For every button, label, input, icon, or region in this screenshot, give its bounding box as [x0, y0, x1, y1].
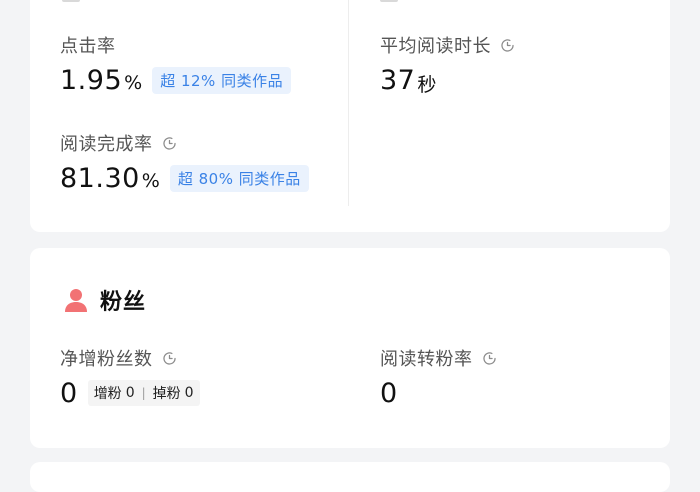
fans-section-title: 粉丝	[100, 290, 147, 315]
person-icon	[65, 289, 87, 312]
engagement-card: 点击率 1.95 % 超 12% 同类作品 平均阅读时长 37 秒 阅读完成率	[30, 0, 670, 232]
column-divider	[348, 0, 349, 206]
clock-icon[interactable]	[481, 350, 498, 367]
read-to-fan-rate-label: 阅读转粉率	[380, 349, 473, 370]
read-completion-label: 阅读完成率	[60, 134, 153, 155]
net-fan-gain-value: 0	[60, 377, 78, 409]
click-rate-value: 1.95	[60, 64, 123, 96]
clock-icon[interactable]	[161, 350, 178, 367]
click-rate-metric: 点击率 1.95 % 超 12% 同类作品	[60, 32, 292, 98]
avg-read-time-metric: 平均阅读时长 37 秒	[380, 32, 516, 98]
gain-label: 增粉	[93, 386, 122, 402]
click-rate-comparison-badge: 超 12% 同类作品	[152, 66, 292, 94]
fans-section-header: 粉丝	[62, 284, 146, 316]
clock-icon[interactable]	[161, 135, 178, 152]
avg-read-time-label: 平均阅读时长	[380, 36, 491, 57]
click-rate-unit: %	[124, 72, 143, 94]
gain-value: 0	[125, 385, 135, 401]
read-completion-comparison-badge: 超 80% 同类作品	[169, 164, 309, 192]
loss-label: 掉粉	[152, 386, 181, 402]
cut-off-header	[62, 0, 80, 2]
read-completion-unit: %	[141, 170, 160, 192]
fan-change-breakdown: 增粉 0 | 掉粉 0	[87, 380, 200, 406]
fans-card: 粉丝 净增粉丝数 0 增粉 0 | 掉粉 0 阅读转粉率 0	[30, 248, 670, 448]
avg-read-time-unit: 秒	[417, 73, 437, 96]
read-to-fan-rate-value: 0	[380, 377, 398, 409]
breakdown-separator: |	[141, 386, 146, 400]
loss-value: 0	[184, 385, 194, 401]
read-to-fan-rate-metric: 阅读转粉率 0	[380, 345, 498, 411]
next-card	[30, 462, 670, 492]
avg-read-time-value: 37	[380, 64, 416, 96]
net-fan-gain-metric: 净增粉丝数 0 增粉 0 | 掉粉 0	[60, 345, 200, 411]
clock-icon[interactable]	[499, 37, 516, 54]
cut-off-header	[380, 0, 398, 2]
net-fan-gain-label: 净增粉丝数	[60, 349, 153, 370]
click-rate-label: 点击率	[60, 36, 116, 57]
read-completion-metric: 阅读完成率 81.30 % 超 80% 同类作品	[60, 130, 309, 196]
read-completion-value: 81.30	[60, 162, 140, 194]
